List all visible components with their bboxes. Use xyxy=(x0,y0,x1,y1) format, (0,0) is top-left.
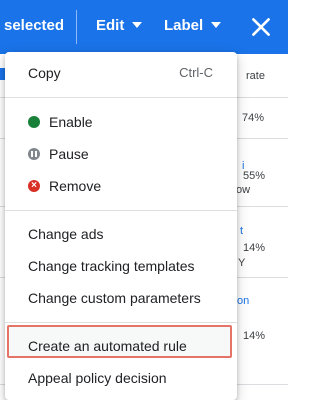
table-cell: ow xyxy=(236,184,251,196)
table-cell: 74% xyxy=(242,112,265,124)
table-cell: 14% xyxy=(243,330,266,342)
menu-item-label: Create an automated rule xyxy=(28,338,187,354)
menu-separator xyxy=(5,210,237,211)
remove-icon: × xyxy=(28,180,40,192)
menu-item-label: Remove xyxy=(49,178,102,194)
menu-item-remove[interactable]: × Remove xyxy=(5,171,237,201)
menu-item-label: Change ads xyxy=(28,226,104,242)
column-header-rate: rate xyxy=(246,70,265,82)
table-cell: on xyxy=(237,295,250,307)
label-menu-label: Label xyxy=(164,17,204,34)
edit-dropdown-menu: Copy Ctrl-C Enable Pause × Remove Change… xyxy=(5,52,237,400)
menu-item-create-automated-rule[interactable]: Create an automated rule xyxy=(5,331,237,361)
menu-item-change-custom-parameters[interactable]: Change custom parameters xyxy=(5,283,237,313)
label-menu-button[interactable]: Label xyxy=(164,17,222,34)
menu-item-label: Change custom parameters xyxy=(28,290,201,306)
selection-count-text: selected xyxy=(4,17,65,34)
menu-item-label: Pause xyxy=(49,146,89,162)
menu-item-label: Change tracking templates xyxy=(28,258,195,274)
menu-separator xyxy=(5,322,237,323)
menu-item-enable[interactable]: Enable xyxy=(5,107,237,137)
chevron-down-icon xyxy=(132,21,143,28)
menu-separator xyxy=(5,97,237,98)
menu-item-change-tracking-templates[interactable]: Change tracking templates xyxy=(5,251,237,281)
enable-status-icon xyxy=(28,116,40,128)
menu-item-label: Appeal policy decision xyxy=(28,370,167,386)
table-cell: t xyxy=(240,225,244,237)
menu-item-appeal-policy-decision[interactable]: Appeal policy decision xyxy=(5,363,237,393)
pause-icon xyxy=(28,148,40,160)
table-cell: 55% xyxy=(243,170,266,182)
toolbar-divider xyxy=(76,10,77,44)
menu-item-label: Copy xyxy=(28,65,61,81)
chevron-down-icon xyxy=(211,21,222,28)
menu-item-label: Enable xyxy=(49,114,93,130)
menu-item-change-ads[interactable]: Change ads xyxy=(5,219,237,249)
edit-menu-button[interactable]: Edit xyxy=(96,17,143,34)
close-icon[interactable] xyxy=(248,14,274,40)
menu-item-copy[interactable]: Copy Ctrl-C xyxy=(5,58,237,88)
selection-toolbar: selected Edit Label xyxy=(0,0,288,54)
table-cell: Y xyxy=(238,257,246,269)
shortcut-hint: Ctrl-C xyxy=(179,65,213,80)
edit-menu-label: Edit xyxy=(96,17,125,34)
menu-item-pause[interactable]: Pause xyxy=(5,139,237,169)
table-cell: 14% xyxy=(243,242,266,254)
